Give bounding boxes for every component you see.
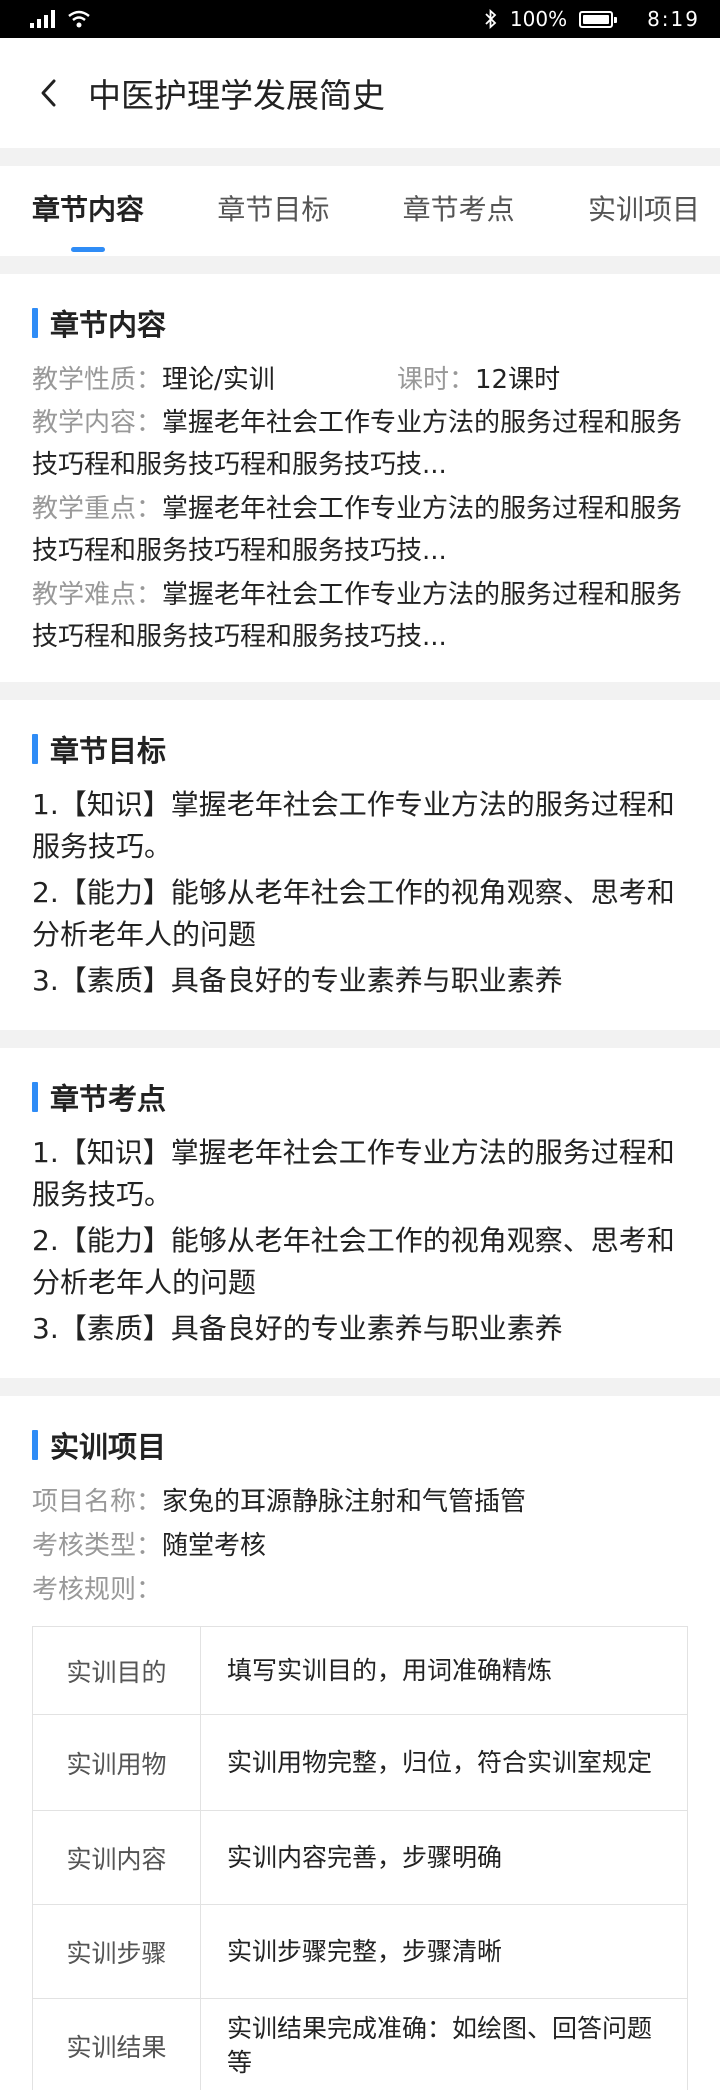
section-title-text: 章节目标: [50, 734, 167, 768]
tab-training-project[interactable]: 实训项目: [588, 188, 700, 234]
rule-name: 实训目的: [32, 1626, 201, 1715]
teaching-key-points: 教学重点：掌握老年社会工作专业方法的服务过程和服务技巧程和服务技巧程和服务技巧技…: [32, 488, 688, 572]
assessment-type-value: 随堂考核: [162, 1531, 267, 1561]
class-hours-label: 课时：: [397, 365, 476, 395]
section-marker: [32, 1082, 38, 1112]
status-time: 8:19: [647, 7, 700, 31]
section-title-training: 实训项目: [32, 1424, 688, 1466]
signal-icon: [30, 10, 55, 28]
difficulties-label: 教学难点：: [32, 580, 163, 610]
goal-item: 3.【素质】具备良好的专业素养与职业素养: [32, 964, 563, 997]
rule-desc: 实训用物完整，归位，符合实训室规定: [200, 1714, 688, 1811]
section-title-text: 章节考点: [50, 1082, 167, 1116]
teaching-content-label: 教学内容：: [32, 408, 163, 438]
nature-hours-row: 教学性质：理论/实训 课时：12课时: [32, 358, 688, 402]
class-hours: 课时：12课时: [397, 358, 560, 402]
section-title-text: 章节内容: [50, 308, 167, 342]
page-header: 中医护理学发展简史: [0, 38, 720, 148]
page-title: 中医护理学发展简史: [88, 76, 385, 115]
tab-chapter-exam-points[interactable]: 章节考点: [403, 188, 515, 234]
rule-name: 实训用物: [32, 1714, 201, 1811]
section-marker: [32, 734, 38, 764]
rule-desc: 实训内容完善，步骤明确: [200, 1810, 688, 1905]
section-title-goals: 章节目标: [32, 728, 688, 770]
section-title-content: 章节内容: [32, 302, 688, 344]
teaching-nature-label: 教学性质：: [32, 365, 163, 395]
teaching-nature: 教学性质：理论/实训: [32, 358, 397, 402]
exam-point-item: 2.【能力】能够从老年社会工作的视角观察、思考和分析老年人的问题: [32, 1224, 675, 1299]
goal-item: 2.【能力】能够从老年社会工作的视角观察、思考和分析老年人的问题: [32, 876, 675, 951]
assessment-type: 考核类型：随堂考核: [32, 1524, 688, 1568]
rule-name: 实训结果: [32, 1998, 201, 2090]
rule-desc: 填写实训目的，用词准确精炼: [200, 1626, 688, 1715]
tab-chapter-content[interactable]: 章节内容: [32, 188, 144, 234]
project-name-value: 家兔的耳源静脉注射和气管插管: [162, 1487, 527, 1517]
project-name: 项目名称：家兔的耳源静脉注射和气管插管: [32, 1480, 688, 1524]
battery-percent: 100%: [509, 7, 568, 31]
teaching-difficulties: 教学难点：掌握老年社会工作专业方法的服务过程和服务技巧程和服务技巧程和服务技巧技…: [32, 574, 688, 658]
bluetooth-icon: [485, 9, 497, 29]
rules-table: 实训目的 填写实训目的，用词准确精炼 实训用物 实训用物完整，归位，符合实训室规…: [32, 1626, 688, 2090]
class-hours-value: 12课时: [475, 365, 561, 395]
rule-desc: 实训结果完成准确：如绘图、回答问题等: [200, 1998, 688, 2090]
section-title-text: 实训项目: [50, 1430, 167, 1464]
section-title-exam-points: 章节考点: [32, 1076, 688, 1118]
project-name-label: 项目名称：: [32, 1487, 163, 1517]
chapter-content-card: 章节内容 教学性质：理论/实训 课时：12课时 教学内容：掌握老年社会工作专业方…: [0, 274, 720, 682]
table-row: 实训结果 实训结果完成准确：如绘图、回答问题等: [32, 1998, 688, 2090]
tab-chapter-goals[interactable]: 章节目标: [217, 188, 329, 234]
chapter-goals-card: 章节目标 1.【知识】掌握老年社会工作专业方法的服务过程和服务技巧。 2.【能力…: [0, 700, 720, 1030]
assessment-rules: 考核规则：: [32, 1568, 688, 1612]
section-marker: [32, 1430, 38, 1460]
wifi-icon: [68, 10, 90, 28]
tab-bar: 章节内容 章节目标 章节考点 实训项目: [0, 166, 720, 256]
teaching-content: 教学内容：掌握老年社会工作专业方法的服务过程和服务技巧程和服务技巧程和服务技巧技…: [32, 402, 688, 486]
chapter-exam-points-card: 章节考点 1.【知识】掌握老年社会工作专业方法的服务过程和服务技巧。 2.【能力…: [0, 1048, 720, 1378]
teaching-nature-value: 理论/实训: [162, 365, 275, 395]
rule-name: 实训步骤: [32, 1904, 201, 1999]
back-button[interactable]: [28, 73, 68, 113]
table-row: 实训步骤 实训步骤完整，步骤清晰: [32, 1904, 688, 1999]
key-points-label: 教学重点：: [32, 494, 163, 524]
exam-point-item: 1.【知识】掌握老年社会工作专业方法的服务过程和服务技巧。: [32, 1136, 675, 1211]
battery-icon: [579, 10, 618, 28]
rule-name: 实训内容: [32, 1810, 201, 1905]
training-project-card: 实训项目 项目名称：家兔的耳源静脉注射和气管插管 考核类型：随堂考核 考核规则：…: [0, 1396, 720, 2090]
table-row: 实训内容 实训内容完善，步骤明确: [32, 1810, 688, 1905]
chevron-left-icon: [41, 79, 56, 107]
assessment-rules-label: 考核规则：: [32, 1575, 163, 1605]
goal-item: 1.【知识】掌握老年社会工作专业方法的服务过程和服务技巧。: [32, 788, 675, 863]
table-row: 实训用物 实训用物完整，归位，符合实训室规定: [32, 1714, 688, 1811]
assessment-type-label: 考核类型：: [32, 1531, 163, 1561]
table-row: 实训目的 填写实训目的，用词准确精炼: [32, 1626, 688, 1715]
section-marker: [32, 308, 38, 338]
rule-desc: 实训步骤完整，步骤清晰: [200, 1904, 688, 1999]
exam-point-item: 3.【素质】具备良好的专业素养与职业素养: [32, 1312, 563, 1345]
status-bar: 100% 8:19: [0, 0, 720, 38]
